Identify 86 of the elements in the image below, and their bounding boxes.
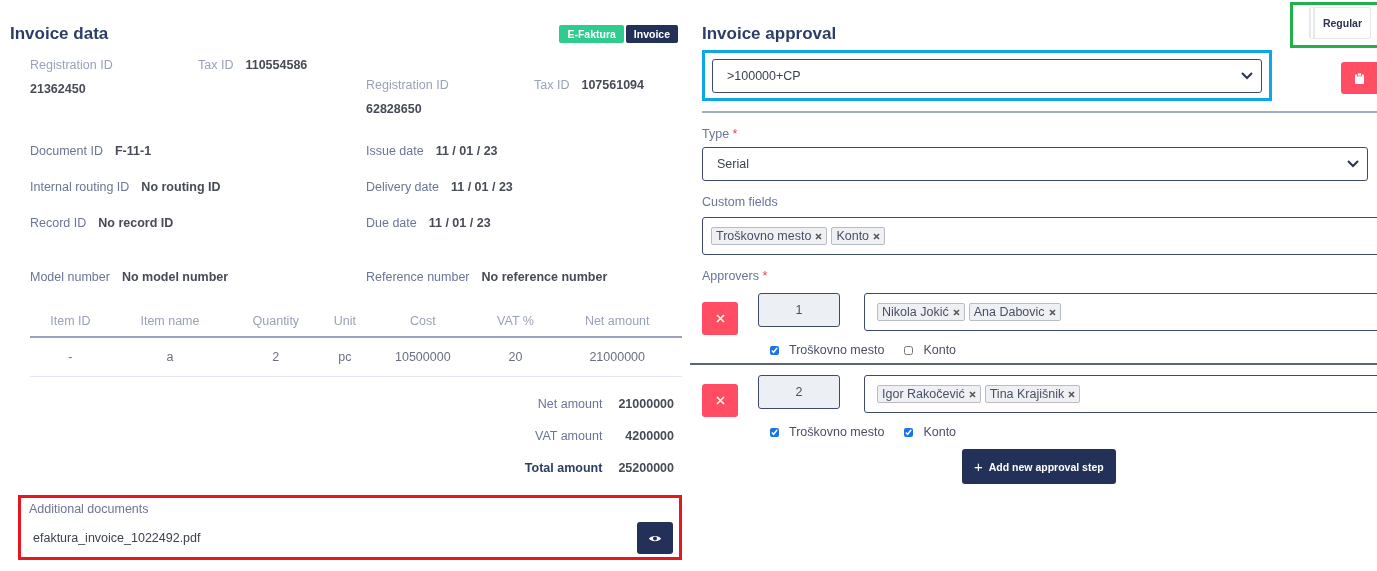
- document-type-badge: Invoice: [625, 25, 678, 43]
- checkbox-label: Troškovno mesto: [789, 425, 885, 439]
- total-label: Net amount: [536, 397, 603, 411]
- remove-icon[interactable]: [968, 390, 976, 398]
- table-cell: 2: [229, 337, 323, 377]
- remove-step-button[interactable]: [702, 383, 738, 417]
- approvers-input[interactable]: Nikola Jokić Ana Dabovic: [864, 293, 1377, 331]
- field-value: No model number: [121, 270, 229, 284]
- column-header: Net amount: [552, 314, 682, 337]
- table-cell: 10500000: [367, 337, 479, 377]
- section-label: Additional documents: [29, 502, 150, 516]
- field-value: 11 / 01 / 23: [435, 144, 498, 158]
- remove-icon[interactable]: [815, 232, 823, 240]
- table-cell: 20: [478, 337, 553, 377]
- column-header: Item ID: [30, 314, 111, 337]
- field-label: Custom fields: [702, 195, 779, 209]
- chevron-down-icon: [1347, 160, 1359, 168]
- field-label: Record ID: [30, 216, 87, 230]
- approvers-input[interactable]: Igor Rakočević Tina Krajišnik: [864, 375, 1377, 413]
- checkbox[interactable]: [770, 427, 779, 437]
- field-label: Tax ID: [198, 58, 234, 72]
- view-button[interactable]: [637, 522, 673, 554]
- field-label: Due date: [366, 216, 417, 230]
- section-title: Invoice data: [10, 24, 109, 44]
- field-value: No reference number: [481, 270, 608, 284]
- mode-button[interactable]: Regular: [1308, 7, 1371, 39]
- table-cell: -: [30, 337, 111, 377]
- field-label: Registration ID: [30, 58, 114, 72]
- field-value: F-11-1: [114, 144, 152, 158]
- field-label: Tax ID: [534, 78, 570, 92]
- add-step-button[interactable]: + Add new approval step: [962, 449, 1116, 484]
- field-label: Reference number: [366, 270, 470, 284]
- field-value: 21362450: [30, 82, 86, 96]
- checkbox-label: Troškovno mesto: [789, 343, 885, 357]
- field-value: 62828650: [366, 102, 422, 116]
- table-cell: pc: [322, 337, 368, 377]
- column-header: Unit: [322, 314, 368, 337]
- clipboard-icon: [1354, 72, 1364, 84]
- delete-button[interactable]: [1341, 62, 1377, 94]
- checkbox[interactable]: [904, 345, 914, 355]
- field-value: No record ID: [98, 216, 174, 230]
- close-icon: [715, 395, 725, 405]
- remove-icon[interactable]: [1068, 390, 1076, 398]
- total-label: VAT amount: [533, 429, 603, 443]
- table-cell: a: [110, 337, 230, 377]
- field-label: Document ID: [30, 144, 103, 158]
- column-header: Cost: [367, 314, 479, 337]
- type-select[interactable]: Serial: [702, 147, 1368, 181]
- total-label: Total amount: [524, 461, 603, 475]
- field-value: 110554586: [245, 58, 308, 72]
- table-cell: 21000000: [552, 337, 682, 377]
- field-value: 11 / 01 / 23: [450, 180, 513, 194]
- section-title: Invoice approval: [702, 24, 837, 44]
- total-value: 21000000: [618, 397, 674, 411]
- field-label: Registration ID: [366, 78, 450, 92]
- field-label: Issue date: [366, 144, 424, 158]
- checkbox[interactable]: [770, 345, 779, 355]
- field-label: Approvers *: [702, 269, 769, 283]
- close-icon: [715, 313, 725, 323]
- remove-icon[interactable]: [952, 308, 960, 316]
- checkbox[interactable]: [904, 427, 914, 437]
- field-label: Delivery date: [366, 180, 439, 194]
- field-value: 107561094: [581, 78, 644, 92]
- field-label: Model number: [30, 270, 110, 284]
- field-label: Type *: [702, 127, 739, 141]
- checkbox-label: Konto: [923, 343, 957, 357]
- eye-icon: [648, 533, 662, 543]
- column-header: Quantity: [229, 314, 323, 337]
- total-value: 4200000: [624, 429, 674, 443]
- step-order-field[interactable]: 1: [758, 293, 840, 327]
- chevron-down-icon: [1241, 72, 1253, 80]
- column-header: Item name: [110, 314, 230, 337]
- field-value: No routing ID: [141, 180, 221, 194]
- file-name: efaktura_invoice_1022492.pdf: [32, 531, 201, 545]
- custom-fields-input[interactable]: Troškovno mesto Konto: [702, 217, 1377, 255]
- document-type-badge: E-Faktura: [559, 25, 624, 43]
- step-order-field[interactable]: 2: [758, 375, 840, 409]
- remove-icon[interactable]: [1048, 308, 1056, 316]
- column-header: VAT %: [478, 314, 553, 337]
- field-value: 11 / 01 / 23: [428, 216, 491, 230]
- field-label: Internal routing ID: [30, 180, 130, 194]
- checkbox-label: Konto: [923, 425, 957, 439]
- workflow-select[interactable]: >100000+CP: [712, 59, 1262, 93]
- remove-step-button[interactable]: [702, 301, 738, 335]
- total-value: 25200000: [618, 461, 674, 475]
- remove-icon[interactable]: [873, 232, 881, 240]
